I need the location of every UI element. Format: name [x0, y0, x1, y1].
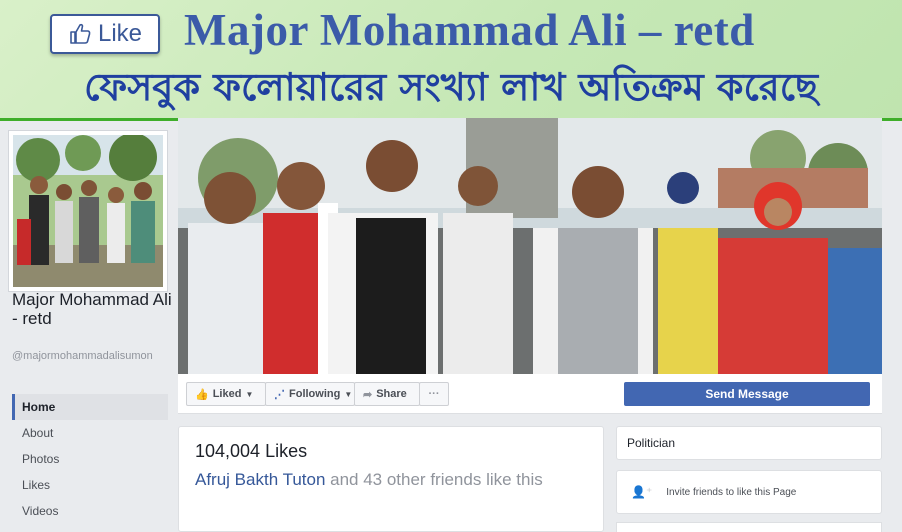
nav-item-home[interactable]: Home [12, 394, 168, 420]
share-arrow-icon: ➦ [363, 388, 373, 401]
friends-like-rest: and 43 other friends like this [325, 470, 543, 489]
thumbs-up-icon: 👍 [195, 388, 209, 401]
liked-button[interactable]: 👍 Liked ▼ [186, 382, 266, 406]
banner-subtitle: ফেসবুক ফলোয়ারের সংখ্যা লাখ অতিক্রম করেছ… [84, 65, 818, 109]
chevron-down-icon: ▼ [245, 389, 254, 399]
page-category[interactable]: Politician [616, 426, 882, 460]
chevron-down-icon: ▼ [344, 389, 353, 399]
rss-icon: ⋰ [274, 388, 285, 401]
facebook-like-badge: Like [50, 14, 160, 54]
cover-photo[interactable] [178, 118, 882, 374]
following-button[interactable]: ⋰ Following ▼ [265, 382, 355, 406]
send-message-button[interactable]: Send Message [624, 382, 870, 406]
cover-image [178, 118, 882, 374]
liked-label: Liked [212, 388, 242, 400]
friends-like-text: Afruj Bakth Tuton and 43 other friends l… [195, 468, 587, 491]
promo-banner: Like Major Mohammad Ali – retd ফেসবুক ফল… [0, 0, 902, 118]
likes-count: 104,004 Likes [195, 441, 308, 461]
more-options-button[interactable]: ··· [419, 382, 449, 406]
left-navigation: Home About Photos Likes Videos [12, 394, 168, 524]
thumbs-up-icon [70, 23, 91, 44]
page-name[interactable]: Major Mohammad Ali - retd [12, 290, 172, 328]
likes-card: 104,004 Likes Afruj Bakth Tuton and 43 o… [178, 426, 604, 532]
banner-title: Major Mohammad Ali – retd [184, 5, 755, 55]
invite-friends-label: Invite friends to like this Page [666, 486, 797, 498]
nav-item-about[interactable]: About [12, 420, 168, 446]
facebook-page-screenshot: Major Mohammad Ali - retd @majormohammad… [0, 118, 902, 532]
add-person-icon: 👤⁺ [631, 485, 653, 499]
profile-photo [13, 135, 163, 287]
following-label: Following [289, 388, 341, 400]
nav-item-likes[interactable]: Likes [12, 472, 168, 498]
profile-picture[interactable] [8, 130, 168, 292]
friend-name-link[interactable]: Afruj Bakth Tuton [195, 470, 325, 489]
sidebar-next-card [616, 522, 882, 532]
page-action-bar: 👍 Liked ▼ ⋰ Following ▼ ➦ Share ··· Send… [178, 374, 882, 414]
share-button[interactable]: ➦ Share [354, 382, 420, 406]
like-badge-label: Like [97, 20, 143, 47]
share-label: Share [376, 388, 407, 400]
page-handle[interactable]: @majormohammadalisumon [12, 350, 172, 363]
invite-friends-row[interactable]: 👤⁺ Invite friends to like this Page [616, 470, 882, 514]
nav-item-photos[interactable]: Photos [12, 446, 168, 472]
nav-item-videos[interactable]: Videos [12, 498, 168, 524]
